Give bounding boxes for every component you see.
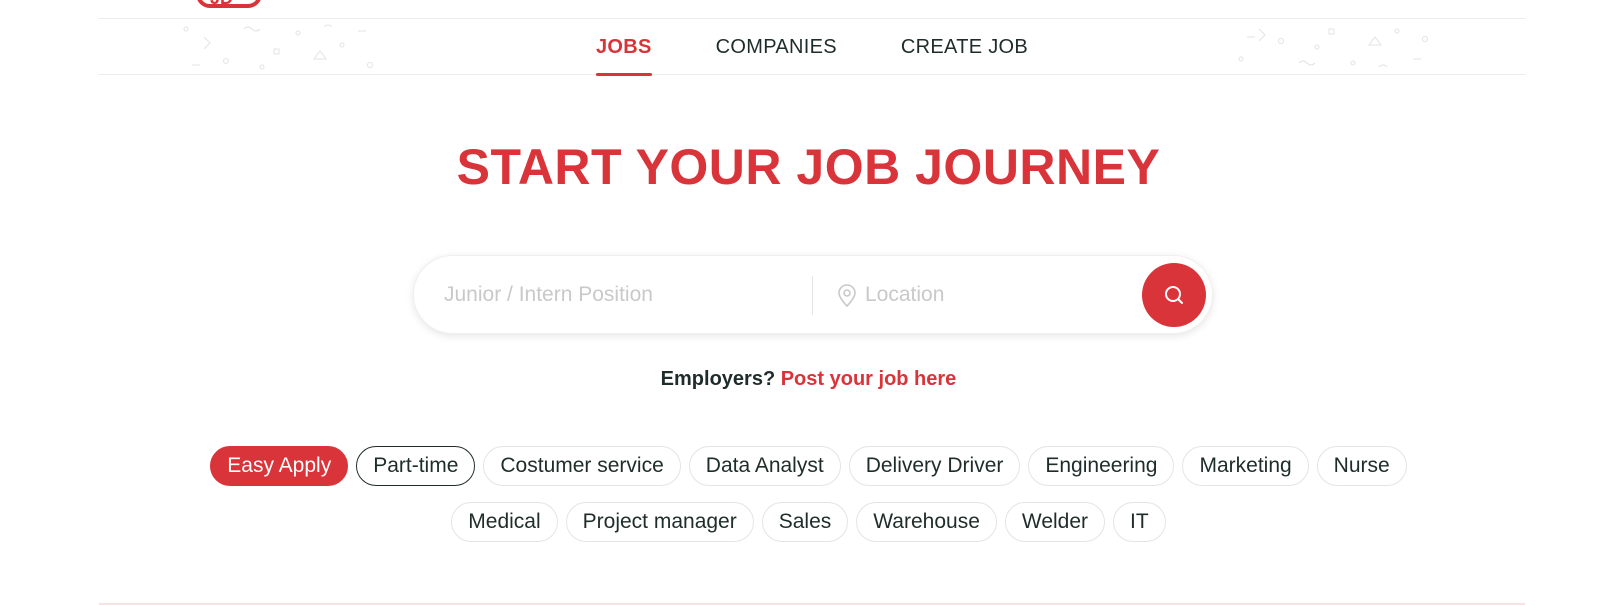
- tag-chip[interactable]: Part-time: [356, 446, 476, 486]
- tag-chip[interactable]: Data Analyst: [688, 446, 841, 486]
- nav-band: JOBS COMPANIES CREATE JOB: [99, 18, 1525, 76]
- search-divider: [812, 276, 813, 315]
- tag-row-1: Easy Apply Part-time Costumer service Da…: [0, 446, 1617, 486]
- tag-chip[interactable]: Welder: [1004, 502, 1106, 542]
- position-search-input[interactable]: [444, 276, 784, 314]
- employers-cta: Employers? Post your job here: [0, 368, 1617, 391]
- search-button[interactable]: [1142, 263, 1206, 327]
- tag-chip[interactable]: Delivery Driver: [848, 446, 1021, 486]
- tag-chip[interactable]: Marketing: [1182, 446, 1309, 486]
- tag-chip[interactable]: Project manager: [565, 502, 754, 542]
- tag-chip[interactable]: Warehouse: [856, 502, 997, 542]
- location-search-input[interactable]: [865, 276, 1145, 314]
- logo-text: JD: [210, 0, 233, 9]
- tab-create-job[interactable]: CREATE JOB: [901, 19, 1028, 76]
- tag-chip[interactable]: Sales: [761, 502, 849, 542]
- tag-chip[interactable]: IT: [1113, 502, 1166, 542]
- page-title: START YOUR JOB JOURNEY: [456, 139, 1161, 195]
- tab-companies[interactable]: COMPANIES: [716, 19, 837, 76]
- location-pin-icon: [838, 284, 856, 308]
- tag-chip[interactable]: Medical: [451, 502, 558, 542]
- job-search-bar: [413, 255, 1213, 334]
- tag-chip[interactable]: Easy Apply: [210, 446, 349, 486]
- tag-row-2: Medical Project manager Sales Warehouse …: [0, 502, 1617, 542]
- search-icon: [1165, 286, 1183, 304]
- post-job-link[interactable]: Post your job here: [781, 368, 957, 390]
- main-nav: JOBS COMPANIES CREATE JOB: [99, 19, 1525, 76]
- tab-jobs[interactable]: JOBS: [595, 19, 652, 76]
- employers-question: Employers?: [660, 368, 776, 390]
- site-logo[interactable]: JD: [196, 0, 262, 8]
- tag-chip[interactable]: Engineering: [1028, 446, 1175, 486]
- tag-chip[interactable]: Nurse: [1316, 446, 1407, 486]
- tag-chip[interactable]: Costumer service: [483, 446, 681, 486]
